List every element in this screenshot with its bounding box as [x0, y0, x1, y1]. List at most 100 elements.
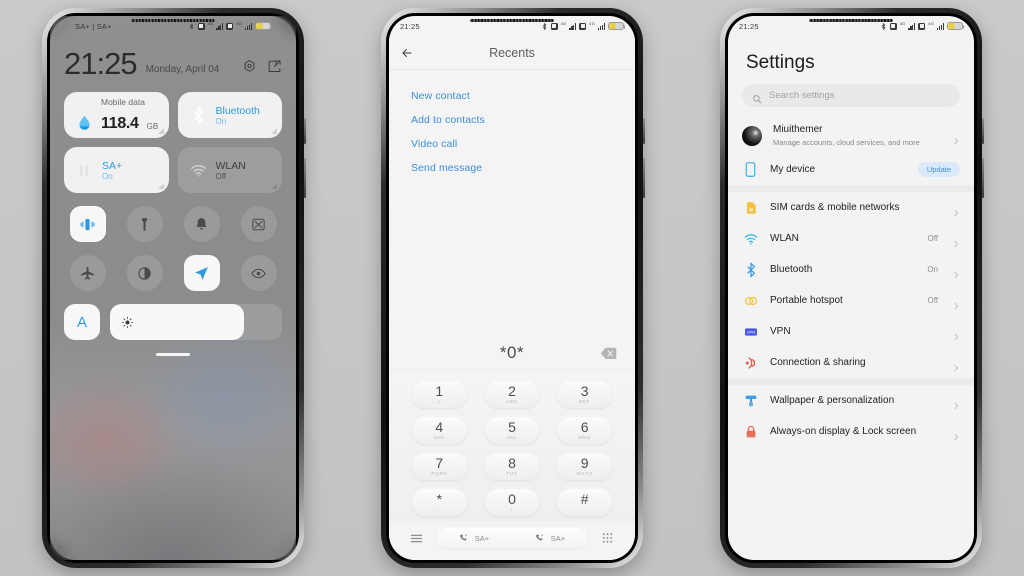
- clock-time: 21:25: [64, 46, 138, 81]
- dialpad-key-letters: DEF: [579, 398, 591, 404]
- dialpad-key-6[interactable]: 6 MNO: [556, 416, 613, 445]
- tile-bluetooth[interactable]: Bluetooth On: [177, 92, 282, 139]
- settings-group-personalization: Wallpaper & personalization Always-on dis…: [728, 385, 974, 448]
- settings-row-wlan[interactable]: WLAN Off: [728, 223, 974, 254]
- toggle-location[interactable]: [183, 255, 220, 292]
- tile-sim-sa-sub: On: [102, 171, 113, 181]
- auto-brightness-button[interactable]: A: [64, 304, 100, 341]
- dialpad-key-star[interactable]: *,: [411, 488, 468, 517]
- tile-wlan-title: WLAN: [215, 159, 246, 172]
- dialpad-key-0[interactable]: 0 +: [483, 488, 541, 517]
- bluetooth-icon: [541, 22, 548, 31]
- dialpad-key-9[interactable]: 9 WXYZ: [556, 452, 613, 481]
- signal-bars-2-icon: [598, 22, 605, 30]
- dialpad-key-7[interactable]: 7 PQRS: [411, 452, 468, 481]
- settings-row-my-device[interactable]: My device Update: [728, 154, 974, 185]
- menu-item-video-call[interactable]: Video call: [389, 132, 635, 156]
- search-input[interactable]: Search settings: [742, 84, 960, 107]
- tile-sim-sa[interactable]: SA+ On: [64, 147, 169, 194]
- menu-item-new-contact[interactable]: New contact: [389, 84, 635, 108]
- status-bar-carrier: SA+ | SA+: [75, 21, 112, 31]
- tile-wlan-sub: Off: [215, 171, 227, 181]
- toggle-dark-mode[interactable]: [126, 255, 163, 292]
- tile-expand-corner[interactable]: [271, 183, 277, 190]
- sim1-icon: [197, 22, 205, 30]
- sim-card-icon: [742, 199, 759, 216]
- flex-spacer: [389, 180, 635, 336]
- call-sim2-button[interactable]: SA+: [535, 533, 565, 544]
- dialed-number: *0*: [499, 342, 525, 362]
- edit-icon[interactable]: [267, 59, 282, 74]
- tile-expand-corner[interactable]: [271, 128, 277, 135]
- network-gen-1-label: 4G: [207, 21, 214, 26]
- dialpad-key-number: 8: [508, 455, 516, 472]
- chevron-right-icon: [952, 204, 960, 216]
- home-indicator[interactable]: [156, 353, 190, 357]
- hamburger-menu-icon[interactable]: [409, 531, 424, 546]
- update-badge[interactable]: Update: [917, 162, 960, 178]
- dialpad-key-5[interactable]: 5 JKL: [483, 416, 541, 445]
- status-bar-icons: 4G 4G: [541, 22, 626, 31]
- network-gen-2-label: 4G: [928, 21, 935, 26]
- settings-row-value: Off: [927, 234, 938, 244]
- backspace-icon[interactable]: [600, 347, 617, 359]
- toggle-vibrate[interactable]: [69, 206, 106, 243]
- power-button[interactable]: [643, 118, 645, 144]
- menu-item-send-message[interactable]: Send message: [389, 156, 635, 180]
- settings-row-always-on-display-lock-screen[interactable]: Always-on display & Lock screen: [728, 416, 974, 447]
- volume-button[interactable]: [982, 158, 984, 198]
- signal-bars-2-icon: [937, 22, 944, 30]
- dialpad-key-2[interactable]: 2 ABC: [483, 380, 541, 409]
- tile-mobile-data-title: Mobile data: [101, 97, 145, 108]
- wifi-icon: [742, 230, 759, 247]
- dialpad-key-letters: ∞: [437, 398, 442, 404]
- settings-row-vpn[interactable]: VPN VPN: [728, 316, 974, 347]
- chevron-right-icon: [952, 132, 960, 144]
- settings-row-account[interactable]: Miuithemer Manage accounts, cloud servic…: [728, 117, 974, 154]
- settings-row-bluetooth[interactable]: Bluetooth On: [728, 254, 974, 285]
- power-button[interactable]: [304, 118, 306, 144]
- dialpad-key-number: 4: [435, 419, 444, 436]
- chevron-right-icon: [952, 266, 960, 278]
- dialpad-key-hash[interactable]: #: [556, 488, 613, 517]
- dialpad-key-4[interactable]: 4 GHI: [411, 416, 468, 445]
- power-button[interactable]: [982, 118, 984, 144]
- toggle-reading-mode[interactable]: [240, 255, 277, 292]
- brightness-row: A: [64, 304, 282, 341]
- brightness-slider[interactable]: [110, 304, 282, 341]
- toggle-sound[interactable]: [183, 206, 220, 243]
- dialpad-key-1[interactable]: 1 ∞: [411, 380, 468, 409]
- tile-sim-sa-title: SA+: [102, 159, 123, 172]
- tile-expand-corner[interactable]: [157, 128, 164, 135]
- settings-row-sim-cards-mobile-networks[interactable]: SIM cards & mobile networks: [728, 192, 974, 223]
- toggle-airplane-mode[interactable]: [69, 255, 106, 292]
- volume-button[interactable]: [304, 158, 306, 198]
- sim1-icon: [889, 22, 897, 30]
- settings-row-portable-hotspot[interactable]: Portable hotspot Off: [728, 285, 974, 316]
- call-sim1-icon: [459, 534, 467, 541]
- volume-button[interactable]: [643, 158, 645, 198]
- menu-item-add-to-contacts[interactable]: Add to contacts: [389, 108, 635, 132]
- toggle-flashlight[interactable]: [126, 206, 163, 243]
- dialpad-key-3[interactable]: 3 DEF: [556, 380, 613, 409]
- settings-row-label: Bluetooth: [770, 263, 813, 275]
- dial-number-display: *0*: [389, 336, 635, 370]
- group-divider: [728, 378, 974, 386]
- tile-expand-corner[interactable]: [157, 183, 164, 190]
- tile-mobile-data[interactable]: Mobile data 118.4 GB: [64, 92, 169, 139]
- call-sim2-icon: [535, 534, 543, 541]
- toggle-screenshot[interactable]: [240, 206, 277, 243]
- quick-tiles-grid: Mobile data 118.4 GB Bluetooth On SA+ On…: [64, 92, 282, 194]
- settings-row-connection-sharing[interactable]: Connection & sharing: [728, 347, 974, 378]
- dialpad-grid-icon[interactable]: [600, 531, 615, 546]
- settings-group-network: SIM cards & mobile networks WLAN Off Blueto…: [728, 192, 974, 379]
- tile-wlan[interactable]: WLAN Off: [177, 147, 282, 194]
- back-arrow-icon[interactable]: [389, 46, 425, 60]
- settings-row-wallpaper-personalization[interactable]: Wallpaper & personalization: [728, 385, 974, 416]
- settings-gear-icon[interactable]: [242, 59, 257, 74]
- dialpad-key-8[interactable]: 8 TUV: [483, 452, 541, 481]
- sim2-icon: [918, 22, 926, 30]
- call-sim1-button[interactable]: SA+: [459, 533, 489, 544]
- bluetooth-icon: [742, 261, 759, 278]
- control-center-screen: SA+ | SA+ 4G 4G 21:25 Monday, April 04 M…: [50, 16, 296, 560]
